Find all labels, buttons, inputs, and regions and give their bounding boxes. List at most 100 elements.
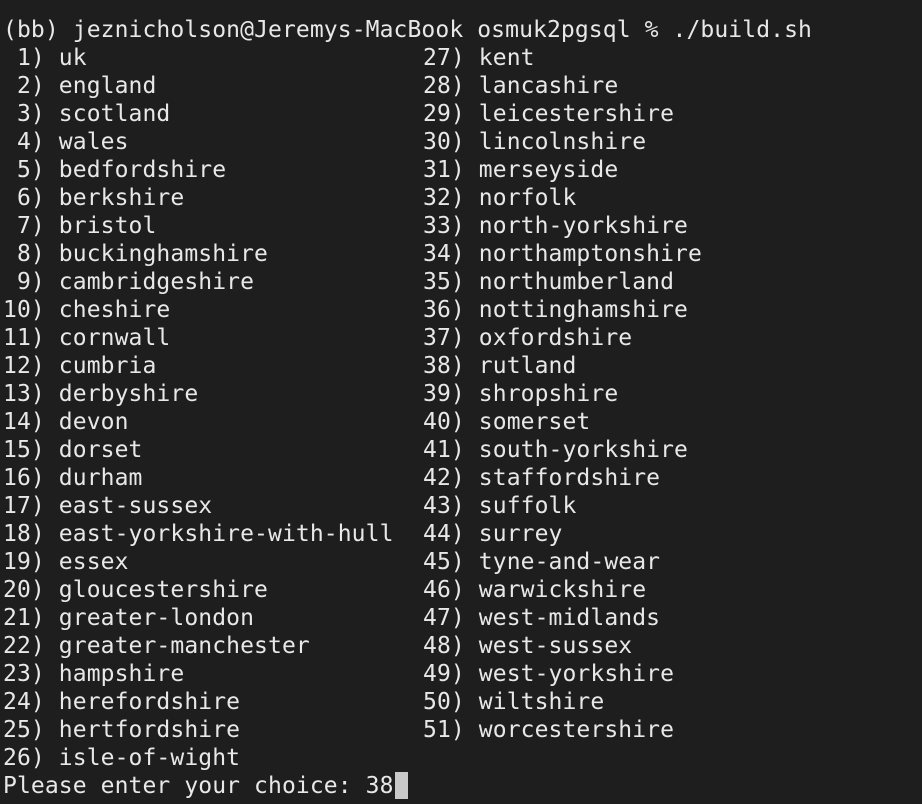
menu-option: 11) cornwall: [3, 324, 394, 352]
menu-option-number: 42): [423, 465, 465, 491]
menu-option-number: 24): [3, 689, 45, 715]
menu-option-number: 1): [3, 45, 45, 71]
menu-option-name: northumberland: [478, 269, 675, 295]
menu-option-number: 30): [423, 129, 465, 155]
menu-option-number: 22): [3, 633, 45, 659]
menu-option: 21) greater-london: [3, 604, 394, 632]
menu-option-name: essex: [58, 549, 129, 575]
menu-option-name: derbyshire: [58, 381, 199, 407]
menu-option-number: 51): [423, 717, 465, 743]
menu-option: 30) lincolnshire: [423, 128, 702, 156]
menu-option: 17) east-sussex: [3, 492, 394, 520]
menu-option-number: 2): [3, 73, 45, 99]
menu-option-number: 29): [423, 101, 465, 127]
menu-option: 32) norfolk: [423, 184, 702, 212]
menu-option: 16) durham: [3, 464, 394, 492]
menu-option: 31) merseyside: [423, 156, 702, 184]
menu-option: 37) oxfordshire: [423, 324, 702, 352]
menu-option-name: rutland: [478, 353, 577, 379]
menu-option-name: wiltshire: [478, 689, 605, 715]
menu-option: 13) derbyshire: [3, 380, 394, 408]
menu-option: 23) hampshire: [3, 660, 394, 688]
menu-option-name: suffolk: [478, 493, 577, 519]
menu-option-number: 16): [3, 465, 45, 491]
shell-prompt-line: (bb) jeznicholson@Jeremys-MacBook osmuk2…: [3, 16, 812, 44]
menu-option-name: cambridgeshire: [58, 269, 255, 295]
menu-option-number: 37): [423, 325, 465, 351]
menu-option: 49) west-yorkshire: [423, 660, 702, 688]
prompt-symbol: %: [644, 17, 659, 43]
menu-option: 36) nottinghamshire: [423, 296, 702, 324]
menu-option-number: 41): [423, 437, 465, 463]
menu-option-number: 28): [423, 73, 465, 99]
menu-option-number: 49): [423, 661, 465, 687]
menu-option: 26) isle-of-wight: [3, 744, 394, 772]
menu-option-number: 11): [3, 325, 45, 351]
menu-option: 34) northamptonshire: [423, 240, 702, 268]
menu-option: 38) rutland: [423, 352, 702, 380]
menu-option-number: 26): [3, 745, 45, 771]
text-cursor: [394, 772, 408, 799]
menu-option-name: nottinghamshire: [478, 297, 689, 323]
menu-option-number: 9): [3, 269, 45, 295]
menu-option-number: 40): [423, 409, 465, 435]
menu-option-name: north-yorkshire: [478, 213, 689, 239]
menu-option: 33) north-yorkshire: [423, 212, 702, 240]
menu-option-name: devon: [58, 409, 129, 435]
menu-option-number: 13): [3, 381, 45, 407]
menu-option: 43) suffolk: [423, 492, 702, 520]
menu-option-number: 31): [423, 157, 465, 183]
menu-option-name: west-yorkshire: [478, 661, 675, 687]
menu-option-number: 4): [3, 129, 45, 155]
menu-option: 51) worcestershire: [423, 716, 702, 744]
menu-option-number: 45): [423, 549, 465, 575]
menu-option-name: merseyside: [478, 157, 619, 183]
menu-option-name: south-yorkshire: [478, 437, 689, 463]
menu-option-name: england: [58, 73, 157, 99]
menu-option: 9) cambridgeshire: [3, 268, 394, 296]
menu-option: 40) somerset: [423, 408, 702, 436]
menu-option: 3) scotland: [3, 100, 394, 128]
choice-prompt-line[interactable]: Please enter your choice: 38: [3, 772, 408, 800]
menu-option-name: berkshire: [58, 185, 185, 211]
menu-option: 2) england: [3, 72, 394, 100]
menu-option-name: staffordshire: [478, 465, 661, 491]
menu-option-number: 15): [3, 437, 45, 463]
menu-option-name: bedfordshire: [58, 157, 227, 183]
menu-option: 27) kent: [423, 44, 702, 72]
menu-option: 1) uk: [3, 44, 394, 72]
menu-option-name: northamptonshire: [478, 241, 702, 267]
current-directory: osmuk2pgsql: [477, 17, 631, 43]
menu-option-name: west-midlands: [478, 605, 661, 631]
choice-input-value[interactable]: 38: [366, 773, 394, 799]
menu-option: 48) west-sussex: [423, 632, 702, 660]
menu-option-name: norfolk: [478, 185, 577, 211]
menu-column-right: 27) kent 28) lancashire 29) leicestershire…: [423, 44, 702, 744]
menu-option: 42) staffordshire: [423, 464, 702, 492]
menu-option: 5) bedfordshire: [3, 156, 394, 184]
menu-option: 50) wiltshire: [423, 688, 702, 716]
menu-option-name: leicestershire: [478, 101, 675, 127]
terminal-window[interactable]: (bb) jeznicholson@Jeremys-MacBook osmuk2…: [0, 0, 922, 804]
menu-option-name: tyne-and-wear: [478, 549, 661, 575]
menu-option-number: 27): [423, 45, 465, 71]
menu-option-number: 32): [423, 185, 465, 211]
menu-option: 15) dorset: [3, 436, 394, 464]
menu-option-name: scotland: [58, 101, 171, 127]
menu-option: 35) northumberland: [423, 268, 702, 296]
menu-option-number: 12): [3, 353, 45, 379]
menu-option-name: east-yorkshire-with-hull: [58, 521, 394, 547]
menu-option-name: durham: [58, 465, 143, 491]
menu-option-name: wales: [58, 129, 129, 155]
menu-option-name: gloucestershire: [58, 577, 269, 603]
menu-option: 20) gloucestershire: [3, 576, 394, 604]
menu-option: 10) cheshire: [3, 296, 394, 324]
menu-option-number: 19): [3, 549, 45, 575]
menu-option-name: oxfordshire: [478, 325, 633, 351]
menu-option-number: 21): [3, 605, 45, 631]
menu-option-name: hampshire: [58, 661, 185, 687]
menu-option-number: 14): [3, 409, 45, 435]
menu-option-name: herefordshire: [58, 689, 241, 715]
env-indicator: (bb): [3, 17, 59, 43]
menu-option-name: cumbria: [58, 353, 157, 379]
